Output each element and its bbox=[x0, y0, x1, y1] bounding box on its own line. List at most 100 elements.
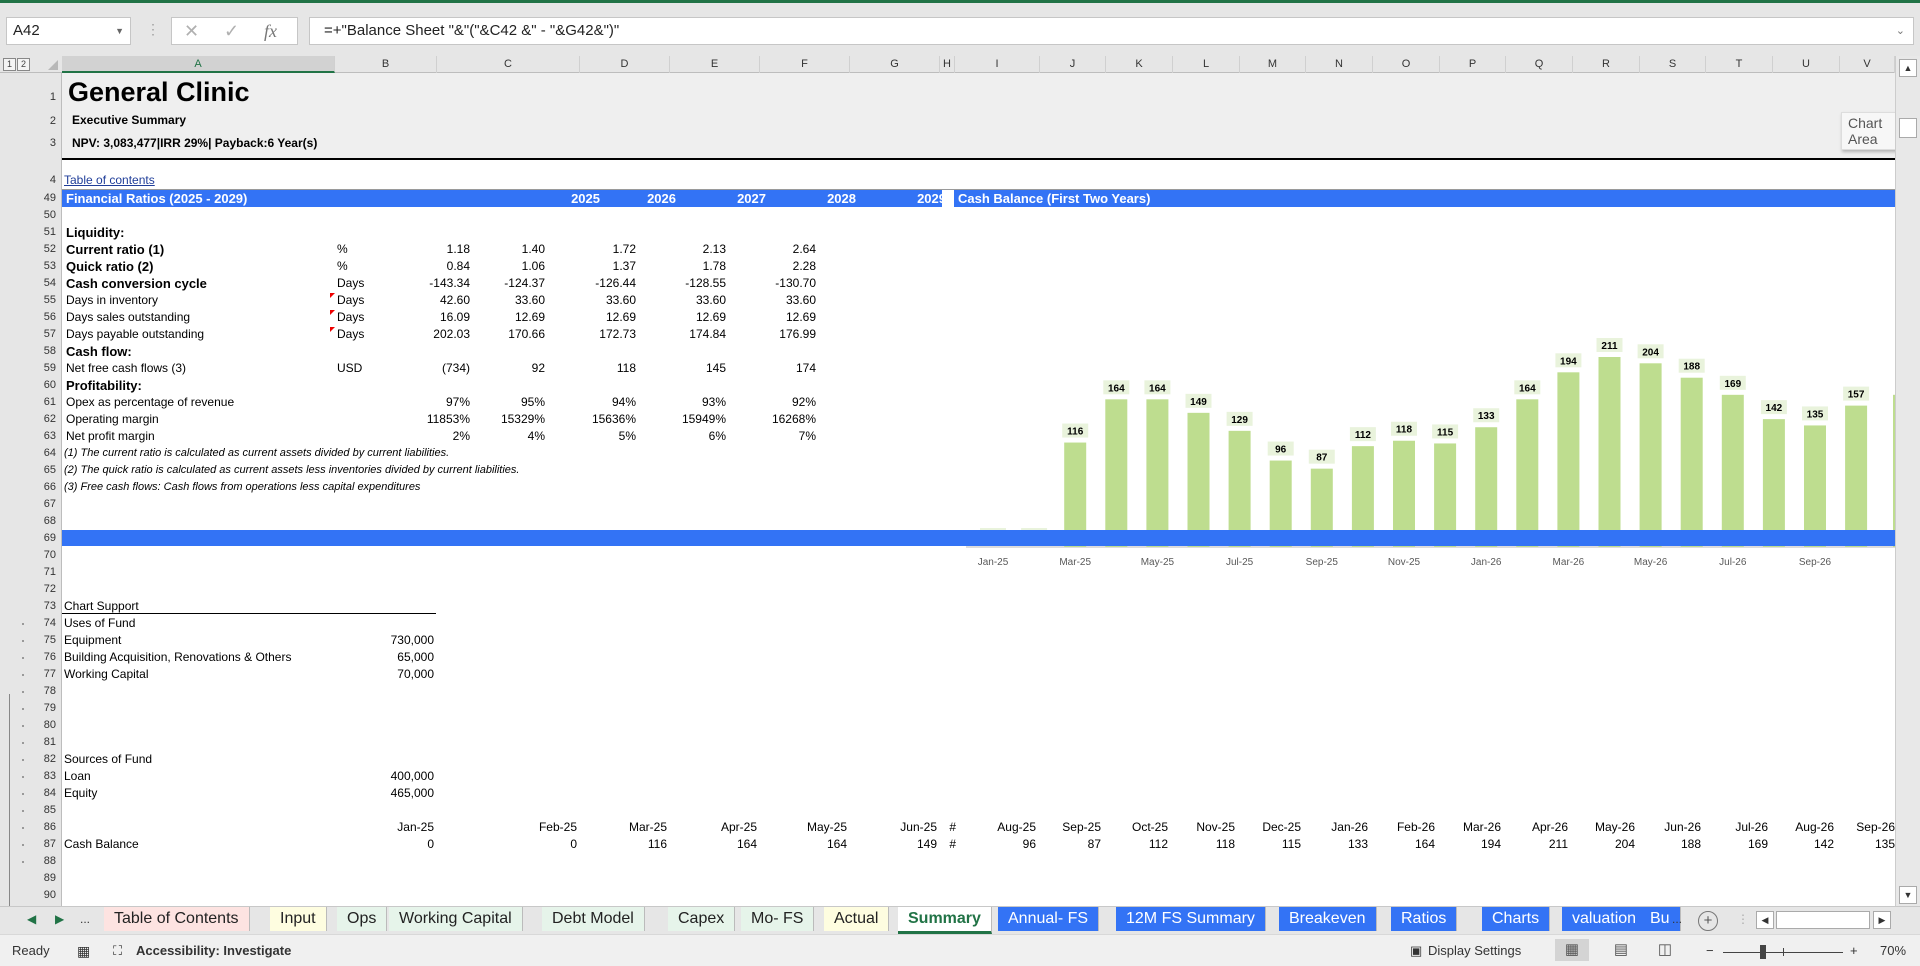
ratio-value[interactable]: -130.70 bbox=[726, 275, 816, 292]
use-of-fund-label[interactable]: Working Capital bbox=[64, 666, 148, 683]
ratio-value[interactable]: 7% bbox=[726, 428, 816, 445]
ratio-value[interactable]: 12.69 bbox=[726, 309, 816, 326]
row-number[interactable]: 81 bbox=[24, 734, 60, 751]
cash-balance-value[interactable]: 87 bbox=[1041, 836, 1101, 853]
prev-sheet-icon[interactable]: ◀ bbox=[27, 912, 36, 926]
ratio-value[interactable]: 4% bbox=[455, 428, 545, 445]
cash-balance-value[interactable]: 0 bbox=[374, 836, 434, 853]
month-header[interactable]: Jul-26 bbox=[1708, 819, 1768, 836]
source-of-fund-value[interactable]: 465,000 bbox=[344, 785, 434, 802]
row-number[interactable]: 61 bbox=[24, 394, 60, 411]
scroll-left-button[interactable]: ◀ bbox=[1756, 911, 1774, 929]
row-number[interactable]: 2 bbox=[24, 113, 60, 130]
month-header[interactable]: Aug-25 bbox=[976, 819, 1036, 836]
column-header[interactable]: E bbox=[670, 56, 760, 73]
ratio-value[interactable]: 33.60 bbox=[726, 292, 816, 309]
month-header[interactable]: Oct-25 bbox=[1108, 819, 1168, 836]
zoom-out-button[interactable]: − bbox=[1706, 943, 1714, 958]
display-settings-button[interactable]: Display Settings bbox=[1428, 943, 1521, 958]
cash-balance-value[interactable]: 204 bbox=[1575, 836, 1635, 853]
row-number[interactable]: 78 bbox=[24, 683, 60, 700]
use-of-fund-value[interactable]: 65,000 bbox=[344, 649, 434, 666]
accessibility-icon[interactable]: ⛶ bbox=[113, 943, 122, 959]
month-header[interactable]: Jun-26 bbox=[1641, 819, 1701, 836]
outline-level-1-button[interactable]: 1 bbox=[3, 58, 16, 71]
ratio-value[interactable]: -128.55 bbox=[636, 275, 726, 292]
column-header[interactable]: B bbox=[335, 56, 437, 73]
row-number[interactable]: 77 bbox=[24, 666, 60, 683]
row-number[interactable]: 70 bbox=[24, 547, 60, 564]
scroll-right-button[interactable]: ▶ bbox=[1873, 911, 1891, 929]
horizontal-scrollbar[interactable]: ◀ ▶ bbox=[1756, 911, 1892, 930]
month-header[interactable]: Nov-25 bbox=[1175, 819, 1235, 836]
more-sheets-left[interactable]: ... bbox=[80, 912, 90, 926]
row-number[interactable]: 71 bbox=[24, 564, 60, 581]
row-number[interactable]: 67 bbox=[24, 496, 60, 513]
row-number[interactable]: 55 bbox=[24, 292, 60, 309]
row-number[interactable]: 82 bbox=[24, 751, 60, 768]
ratio-value[interactable]: 12.69 bbox=[546, 309, 636, 326]
row-number[interactable]: 1 bbox=[24, 89, 60, 106]
table-of-contents-link[interactable]: Table of contents bbox=[64, 173, 155, 187]
ratio-value[interactable]: 1.72 bbox=[546, 241, 636, 258]
month-header[interactable]: Jan-25 bbox=[374, 819, 434, 836]
cash-balance-value[interactable]: 115 bbox=[1241, 836, 1301, 853]
source-of-fund-value[interactable]: 400,000 bbox=[344, 768, 434, 785]
ratio-value[interactable]: 170.66 bbox=[455, 326, 545, 343]
sheet-tab-ops[interactable]: Ops bbox=[337, 907, 388, 931]
cash-balance-value[interactable]: 133 bbox=[1308, 836, 1368, 853]
ratio-value[interactable]: 2.28 bbox=[726, 258, 816, 275]
zoom-in-button[interactable]: + bbox=[1850, 943, 1858, 958]
cash-balance-value[interactable]: 142 bbox=[1774, 836, 1834, 853]
cash-balance-value[interactable]: 211 bbox=[1508, 836, 1568, 853]
column-header[interactable]: H bbox=[940, 56, 955, 73]
row-number[interactable]: 87 bbox=[24, 836, 60, 853]
accessibility-status[interactable]: Accessibility: Investigate bbox=[136, 943, 291, 958]
page-layout-view-button[interactable]: ▤ bbox=[1604, 939, 1638, 961]
outline-level-2-button[interactable]: 2 bbox=[17, 58, 30, 71]
ratio-value[interactable]: 174.84 bbox=[636, 326, 726, 343]
next-sheet-icon[interactable]: ▶ bbox=[55, 912, 64, 926]
ratio-value[interactable]: 176.99 bbox=[726, 326, 816, 343]
zoom-slider-thumb[interactable] bbox=[1760, 945, 1766, 959]
ratio-unit[interactable]: Days bbox=[337, 275, 364, 292]
ratio-value[interactable]: 1.06 bbox=[455, 258, 545, 275]
column-header[interactable]: R bbox=[1573, 56, 1640, 73]
formula-bar-resize-handle[interactable]: ⋮ bbox=[146, 21, 160, 38]
row-number[interactable]: 64 bbox=[24, 445, 60, 462]
column-header[interactable]: F bbox=[760, 56, 850, 73]
column-header[interactable]: V bbox=[1840, 56, 1895, 73]
row-number[interactable]: 62 bbox=[24, 411, 60, 428]
ratio-value[interactable]: 12.69 bbox=[636, 309, 726, 326]
row-number[interactable]: 58 bbox=[24, 343, 60, 360]
row-number[interactable]: 59 bbox=[24, 360, 60, 377]
month-header[interactable]: Jan-26 bbox=[1308, 819, 1368, 836]
scroll-down-button[interactable]: ▼ bbox=[1899, 886, 1917, 904]
month-header[interactable]: Mar-25 bbox=[607, 819, 667, 836]
row-number[interactable]: 90 bbox=[24, 887, 60, 904]
column-header[interactable]: I bbox=[955, 56, 1040, 73]
more-sheets-right[interactable]: ... bbox=[1672, 912, 1682, 926]
column-header[interactable]: U bbox=[1773, 56, 1840, 73]
column-header[interactable]: L bbox=[1173, 56, 1240, 73]
column-header[interactable]: K bbox=[1106, 56, 1173, 73]
sheet-tab-input[interactable]: Input bbox=[270, 907, 327, 931]
cash-balance-value[interactable]: # bbox=[944, 836, 956, 853]
footnote[interactable]: (3) Free cash flows: Cash flows from ope… bbox=[64, 479, 420, 496]
column-header[interactable]: G bbox=[850, 56, 940, 73]
row-number[interactable]: 75 bbox=[24, 632, 60, 649]
ratio-value[interactable]: 94% bbox=[546, 394, 636, 411]
sheet-tab-working-capital[interactable]: Working Capital bbox=[389, 907, 523, 931]
use-of-fund-value[interactable]: 730,000 bbox=[344, 632, 434, 649]
ratio-value[interactable]: 118 bbox=[546, 360, 636, 377]
row-number[interactable]: 80 bbox=[24, 717, 60, 734]
ratio-value[interactable]: 33.60 bbox=[546, 292, 636, 309]
sheet-tab-summary[interactable]: Summary bbox=[898, 907, 992, 934]
row-number[interactable]: 68 bbox=[24, 513, 60, 530]
sheet-tab-mo-fs[interactable]: Mo- FS bbox=[741, 907, 815, 931]
row-number[interactable]: 74 bbox=[24, 615, 60, 632]
ratio-value[interactable]: 95% bbox=[455, 394, 545, 411]
sheet-tab-breakeven[interactable]: Breakeven bbox=[1279, 907, 1377, 931]
scroll-up-button[interactable]: ▲ bbox=[1899, 59, 1917, 77]
ratio-value[interactable]: 33.60 bbox=[636, 292, 726, 309]
